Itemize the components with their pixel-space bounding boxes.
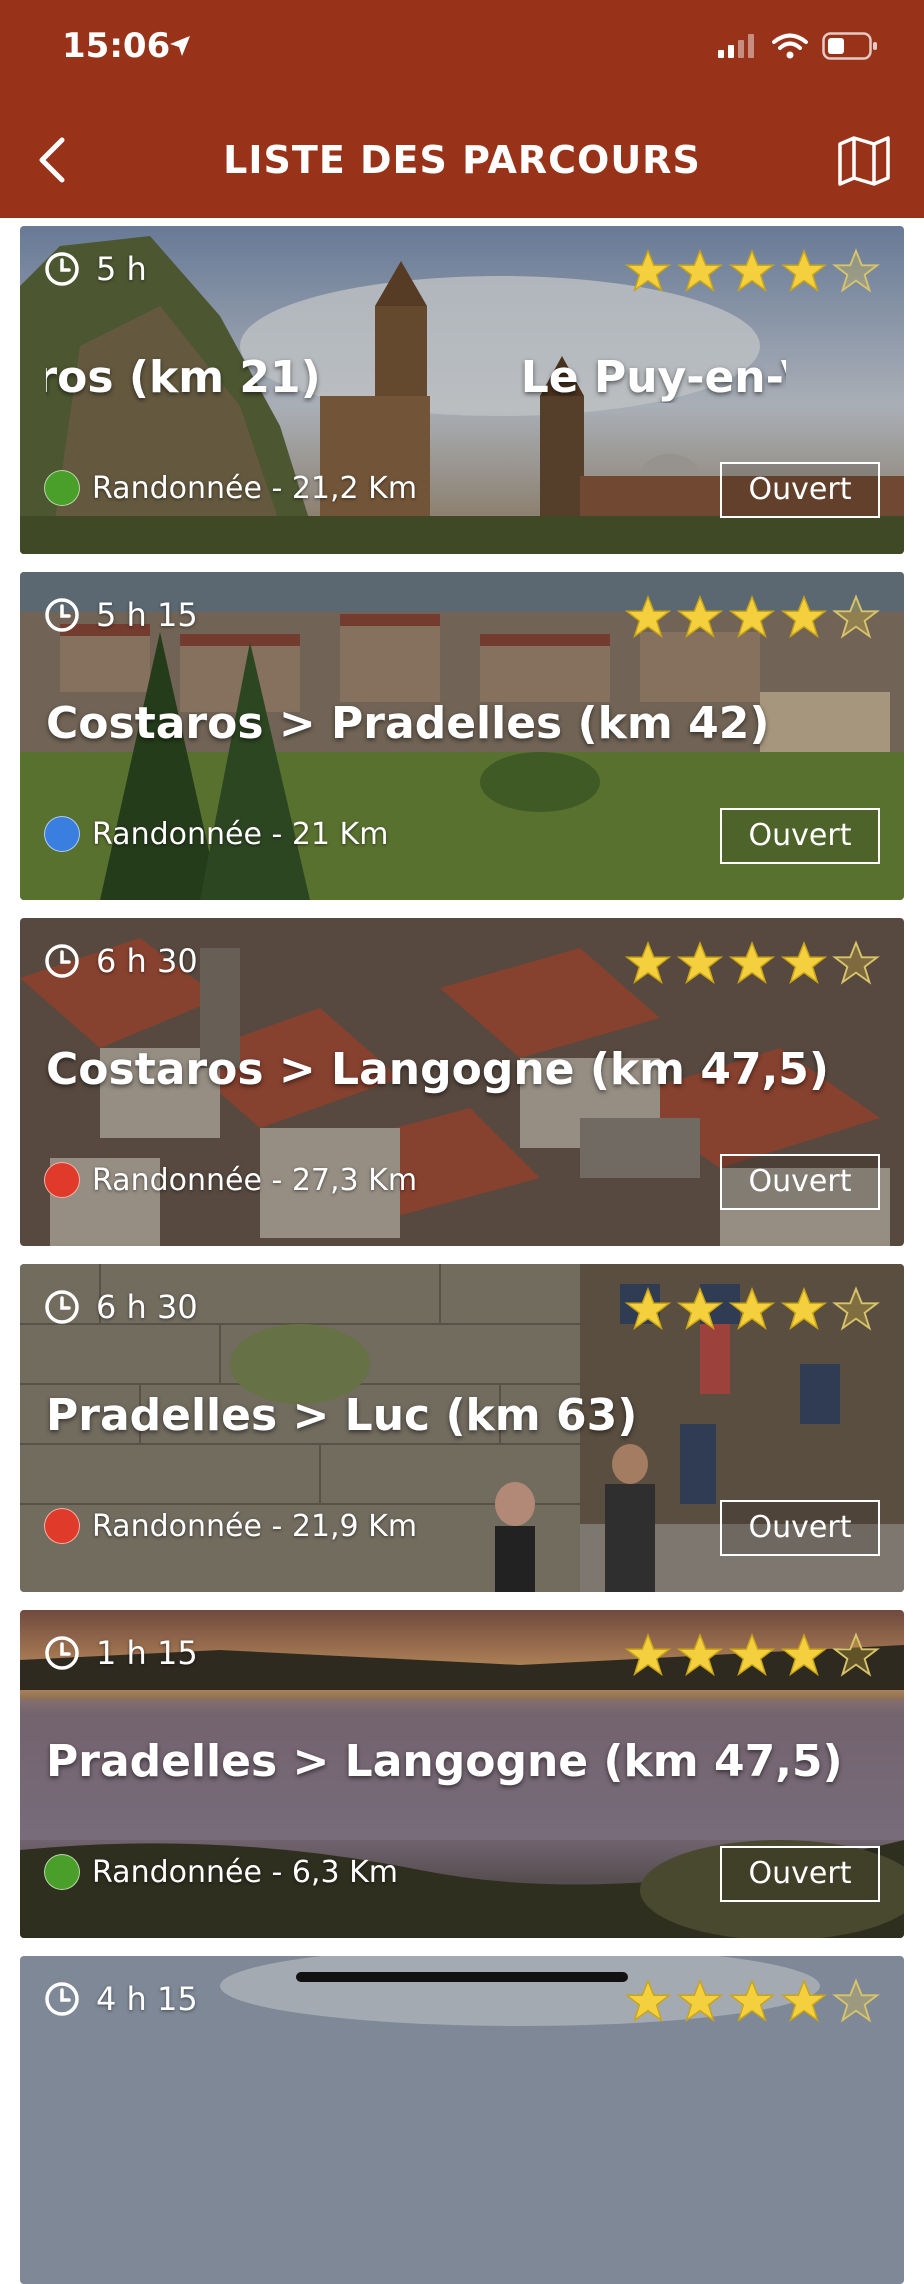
home-indicator[interactable]: [296, 1972, 628, 1982]
status-badge: Ouvert: [720, 1154, 880, 1210]
status-badge: Ouvert: [720, 1500, 880, 1556]
rating-stars: [624, 1286, 880, 1334]
star-icon: [728, 248, 776, 293]
route-title: Pradelles > Luc (km 63): [46, 1390, 638, 1441]
duration-text: 5 h 15: [96, 596, 198, 634]
difficulty-indicator: [44, 470, 80, 506]
status-bar: 15:06: [0, 0, 924, 100]
star-icon: [728, 1632, 776, 1677]
difficulty-indicator: [44, 1854, 80, 1890]
star-icon: [676, 1632, 724, 1677]
duration-text: 6 h 30: [96, 1288, 198, 1326]
star-icon: [728, 940, 776, 985]
rating-stars: [624, 1632, 880, 1680]
route-meta: Randonnée - 21 Km: [44, 816, 388, 852]
star-icon: [780, 940, 828, 985]
status-badge: Ouvert: [720, 462, 880, 518]
route-type-distance: Randonnée - 27,3 Km: [92, 1162, 418, 1198]
status-time: 15:06: [62, 26, 171, 66]
route-card[interactable]: 5 h 15 Costaros > Pradelles (km 42) Rand…: [20, 572, 904, 900]
star-icon: [624, 594, 672, 639]
status-badge: Ouvert: [720, 1846, 880, 1902]
star-empty-icon: [832, 594, 880, 639]
duration-text: 1 h 15: [96, 1634, 198, 1672]
star-icon: [780, 1286, 828, 1331]
clock-icon: [45, 1290, 79, 1324]
route-duration: 6 h 30: [44, 942, 198, 980]
wifi-icon: [772, 33, 808, 59]
star-icon: [728, 1286, 776, 1331]
star-empty-icon: [832, 940, 880, 985]
star-icon: [624, 1978, 672, 2023]
rating-stars: [624, 940, 880, 988]
route-title: Costaros > Pradelles (km 42): [46, 698, 770, 749]
star-icon: [624, 1286, 672, 1331]
page-title: LISTE DES PARCOURS: [223, 138, 701, 182]
map-icon: [838, 136, 890, 186]
star-empty-icon: [832, 1632, 880, 1677]
star-icon: [780, 1978, 828, 2023]
route-title: Pradelles > Langogne (km 47,5): [46, 1736, 843, 1787]
map-view-button[interactable]: [836, 134, 892, 186]
rating-stars: [624, 1978, 880, 2026]
rating-stars: [624, 248, 880, 296]
route-type-distance: Randonnée - 21 Km: [92, 816, 389, 852]
route-meta: Randonnée - 21,9 Km: [44, 1508, 417, 1544]
star-empty-icon: [832, 1978, 880, 2023]
route-title: Costaros > Langogne (km 47,5): [46, 1044, 830, 1095]
star-icon: [780, 248, 828, 293]
route-card[interactable]: 1 h 15 Pradelles > Langogne (km 47,5) Ra…: [20, 1610, 904, 1938]
difficulty-indicator: [44, 1508, 80, 1544]
star-empty-icon: [832, 248, 880, 293]
clock-icon: [45, 1636, 79, 1670]
star-icon: [728, 594, 776, 639]
star-icon: [624, 940, 672, 985]
route-meta: Randonnée - 21,2 Km: [44, 470, 417, 506]
route-title: Costaros (km 21)Le Puy-en-Velay: [46, 352, 786, 403]
navigation-bar: LISTE DES PARCOURS: [0, 100, 924, 218]
route-meta: Randonnée - 27,3 Km: [44, 1162, 417, 1198]
star-empty-icon: [832, 1286, 880, 1331]
location-arrow-icon: [170, 36, 190, 56]
route-card[interactable]: 6 h 30 Pradelles > Luc (km 63) Randonnée…: [20, 1264, 904, 1592]
route-type-distance: Randonnée - 21,2 Km: [92, 470, 418, 506]
route-duration: 4 h 15: [44, 1980, 198, 2018]
clock-icon: [45, 1982, 79, 2016]
route-card[interactable]: 4 h 15: [20, 1956, 904, 2284]
star-icon: [676, 940, 724, 985]
route-duration: 6 h 30: [44, 1288, 198, 1326]
difficulty-indicator: [44, 816, 80, 852]
route-card[interactable]: 5 h Costaros (km 21)Le Puy-en-Velay Rand…: [20, 226, 904, 554]
star-icon: [676, 1978, 724, 2023]
star-icon: [624, 248, 672, 293]
signal-icon: [718, 34, 754, 58]
duration-text: 4 h 15: [96, 1980, 198, 2018]
route-duration: 1 h 15: [44, 1634, 198, 1672]
battery-icon: [822, 32, 877, 60]
clock-icon: [45, 944, 79, 978]
clock-icon: [45, 598, 79, 632]
route-card[interactable]: 6 h 30 Costaros > Langogne (km 47,5) Ran…: [20, 918, 904, 1246]
clock-icon: [45, 252, 79, 286]
star-icon: [780, 1632, 828, 1677]
star-icon: [728, 1978, 776, 2023]
status-badge: Ouvert: [720, 808, 880, 864]
star-icon: [676, 248, 724, 293]
route-type-distance: Randonnée - 21,9 Km: [92, 1508, 418, 1544]
difficulty-indicator: [44, 1162, 80, 1198]
rating-stars: [624, 594, 880, 642]
route-duration: 5 h: [44, 250, 147, 288]
star-icon: [676, 1286, 724, 1331]
duration-text: 5 h: [96, 250, 147, 288]
duration-text: 6 h 30: [96, 942, 198, 980]
star-icon: [780, 594, 828, 639]
star-icon: [624, 1632, 672, 1677]
route-type-distance: Randonnée - 6,3 Km: [92, 1854, 398, 1890]
route-meta: Randonnée - 6,3 Km: [44, 1854, 398, 1890]
route-duration: 5 h 15: [44, 596, 198, 634]
star-icon: [676, 594, 724, 639]
